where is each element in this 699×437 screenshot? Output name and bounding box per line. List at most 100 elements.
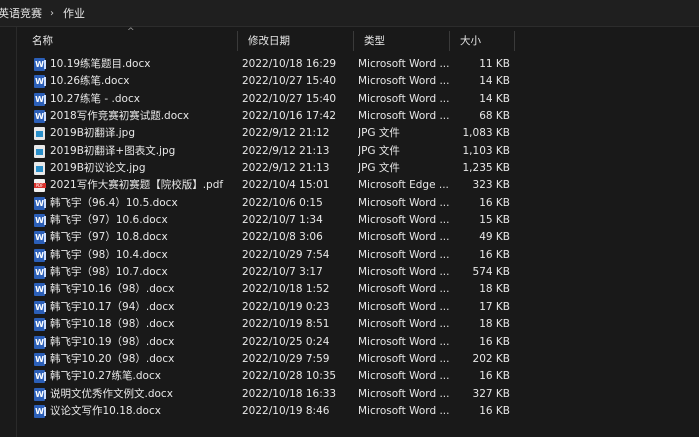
file-icon-cell bbox=[34, 283, 46, 297]
file-icon-cell bbox=[34, 214, 46, 228]
breadcrumb-item-english-competition[interactable]: 英语竞赛 bbox=[0, 5, 42, 21]
file-name[interactable]: 韩飞宇（97）10.6.docx bbox=[50, 212, 235, 229]
file-modified-date: 2022/9/12 21:12 bbox=[242, 127, 330, 140]
file-name[interactable]: 2019B初翻译+图表文.jpg bbox=[50, 143, 235, 160]
file-name[interactable]: 10.27练笔 - .docx bbox=[50, 91, 235, 108]
jpg-icon bbox=[34, 162, 45, 176]
file-modified-date: 2022/9/12 21:13 bbox=[242, 162, 330, 175]
file-size: 574 KB bbox=[472, 266, 510, 279]
file-type: Microsoft Word ... bbox=[358, 283, 450, 296]
file-name[interactable]: 10.19练笔题目.docx bbox=[50, 56, 235, 73]
file-type: Microsoft Word ... bbox=[358, 231, 450, 244]
file-name[interactable]: 2021写作大赛初赛题【院校版】.pdf bbox=[50, 177, 235, 194]
file-icon-cell bbox=[34, 179, 46, 193]
file-icon-cell bbox=[34, 58, 46, 71]
file-icon-cell bbox=[34, 127, 46, 141]
file-row[interactable]: 韩飞宇10.16（98）.docx 2022/10/18 1:52 Microsof… bbox=[22, 281, 699, 298]
file-row[interactable]: 韩飞宇（98）10.7.docx 2022/10/7 3:17 Microsoft … bbox=[22, 264, 699, 281]
file-name[interactable]: 韩飞宇（97）10.8.docx bbox=[50, 229, 235, 246]
column-header-date[interactable]: 修改日期 bbox=[238, 31, 353, 51]
file-type: Microsoft Word ... bbox=[358, 266, 450, 279]
column-header-size[interactable]: 大小 bbox=[450, 31, 514, 51]
file-icon-cell bbox=[34, 110, 46, 124]
file-type: Microsoft Word ... bbox=[358, 110, 450, 123]
pdf-icon bbox=[34, 179, 46, 193]
word-icon bbox=[34, 214, 46, 228]
file-size: 68 KB bbox=[479, 110, 510, 123]
file-row[interactable]: 韩飞宇（97）10.8.docx 2022/10/8 3:06 Microsoft … bbox=[22, 229, 699, 246]
file-modified-date: 2022/9/12 21:13 bbox=[242, 144, 330, 157]
file-size: 1,083 KB bbox=[462, 127, 511, 140]
file-name[interactable]: 2019B初翻译.jpg bbox=[50, 125, 235, 142]
file-size: 18 KB bbox=[479, 283, 510, 296]
file-modified-date: 2022/10/7 3:17 bbox=[242, 266, 323, 279]
file-name[interactable]: 2019B初议论文.jpg bbox=[50, 160, 235, 177]
file-type: Microsoft Word ... bbox=[358, 196, 450, 209]
word-icon bbox=[34, 283, 46, 297]
jpg-icon bbox=[34, 144, 45, 158]
word-icon bbox=[34, 404, 46, 418]
file-row[interactable]: 韩飞宇10.20（98）.docx 2022/10/29 7:59 Microsof… bbox=[22, 351, 699, 368]
file-name[interactable]: 议论文写作10.18.docx bbox=[50, 403, 235, 420]
file-row[interactable]: 议论文写作10.18.docx 2022/10/19 8:46 Microsoft … bbox=[22, 403, 699, 420]
word-icon bbox=[34, 110, 46, 124]
column-header-type[interactable]: 类型 bbox=[354, 31, 449, 51]
file-row[interactable]: 2019B初翻译+图表文.jpg 2022/9/12 21:13 JPG 文件 1,1… bbox=[22, 143, 699, 160]
file-modified-date: 2022/10/19 8:51 bbox=[242, 318, 330, 331]
file-type: Microsoft Word ... bbox=[358, 75, 450, 88]
file-row[interactable]: 2019B初议论文.jpg 2022/9/12 21:13 JPG 文件 1,235 … bbox=[22, 160, 699, 177]
file-icon-cell bbox=[34, 352, 46, 366]
file-row[interactable]: 10.26练笔.docx 2022/10/27 15:40 Microsoft Wo… bbox=[22, 73, 699, 90]
file-row[interactable]: 韩飞宇10.27练笔.docx 2022/10/28 10:35 Microsoft… bbox=[22, 368, 699, 385]
file-row[interactable]: 说明文优秀作文例文.docx 2022/10/18 16:33 Microsoft … bbox=[22, 386, 699, 403]
file-name[interactable]: 10.26练笔.docx bbox=[50, 73, 235, 90]
file-name[interactable]: 韩飞宇10.16（98）.docx bbox=[50, 281, 235, 298]
word-icon bbox=[34, 370, 46, 384]
file-icon-cell bbox=[34, 387, 46, 401]
file-name[interactable]: 韩飞宇10.18（98）.docx bbox=[50, 316, 235, 333]
file-row[interactable]: 2021写作大赛初赛题【院校版】.pdf 2022/10/4 15:01 Micro… bbox=[22, 177, 699, 194]
file-modified-date: 2022/10/4 15:01 bbox=[242, 179, 330, 192]
file-name[interactable]: 韩飞宇10.17（94）.docx bbox=[50, 299, 235, 316]
file-name[interactable]: 韩飞宇10.19（98）.docx bbox=[50, 334, 235, 351]
column-header-name[interactable]: 名称 bbox=[22, 31, 237, 51]
file-name[interactable]: 韩飞宇10.20（98）.docx bbox=[50, 351, 235, 368]
file-name[interactable]: 说明文优秀作文例文.docx bbox=[50, 386, 235, 403]
file-list: 10.19练笔题目.docx 2022/10/18 16:29 Microsoft … bbox=[22, 56, 699, 420]
file-modified-date: 2022/10/27 15:40 bbox=[242, 75, 337, 88]
file-row[interactable]: 10.27练笔 - .docx 2022/10/27 15:40 Microsoft… bbox=[22, 91, 699, 108]
column-divider[interactable] bbox=[514, 31, 515, 51]
file-modified-date: 2022/10/18 1:52 bbox=[242, 283, 330, 296]
file-row[interactable]: 2018写作竞赛初赛试题.docx 2022/10/16 17:42 Microso… bbox=[22, 108, 699, 125]
file-name[interactable]: 2018写作竞赛初赛试题.docx bbox=[50, 108, 235, 125]
file-name[interactable]: 韩飞宇（98）10.4.docx bbox=[50, 247, 235, 264]
file-row[interactable]: 韩飞宇（97）10.6.docx 2022/10/7 1:34 Microsoft … bbox=[22, 212, 699, 229]
file-name[interactable]: 韩飞宇（98）10.7.docx bbox=[50, 264, 235, 281]
file-name[interactable]: 韩飞宇（96.4）10.5.docx bbox=[50, 195, 235, 212]
file-icon-cell bbox=[34, 318, 46, 332]
file-row[interactable]: 韩飞宇10.17（94）.docx 2022/10/19 0:23 Microsof… bbox=[22, 299, 699, 316]
file-row[interactable]: 10.19练笔题目.docx 2022/10/18 16:29 Microsoft … bbox=[22, 56, 699, 73]
file-row[interactable]: 韩飞宇（96.4）10.5.docx 2022/10/6 0:15 Microsof… bbox=[22, 195, 699, 212]
breadcrumb-item-homework[interactable]: 作业 bbox=[63, 5, 85, 21]
file-row[interactable]: 韩飞宇10.19（98）.docx 2022/10/25 0:24 Microsof… bbox=[22, 334, 699, 351]
word-icon bbox=[34, 75, 46, 89]
file-modified-date: 2022/10/29 7:54 bbox=[242, 248, 330, 261]
file-icon-cell bbox=[34, 300, 46, 314]
column-header: 名称 修改日期 类型 大小 bbox=[22, 31, 699, 51]
file-row[interactable]: 韩飞宇（98）10.4.docx 2022/10/29 7:54 Microsoft… bbox=[22, 247, 699, 264]
file-size: 327 KB bbox=[472, 387, 510, 400]
file-row[interactable]: 韩飞宇10.18（98）.docx 2022/10/19 8:51 Microsof… bbox=[22, 316, 699, 333]
file-name[interactable]: 韩飞宇10.27练笔.docx bbox=[50, 368, 235, 385]
file-type: JPG 文件 bbox=[358, 127, 400, 140]
file-size: 16 KB bbox=[479, 196, 510, 209]
word-icon bbox=[34, 92, 46, 106]
jpg-icon bbox=[34, 127, 45, 141]
word-icon bbox=[34, 231, 46, 245]
file-icon-cell bbox=[34, 196, 46, 210]
file-icon-cell bbox=[34, 144, 46, 158]
navigation-pane[interactable] bbox=[0, 27, 17, 437]
file-type: Microsoft Word ... bbox=[358, 335, 450, 348]
file-row[interactable]: 2019B初翻译.jpg 2022/9/12 21:12 JPG 文件 1,083 K… bbox=[22, 125, 699, 142]
breadcrumb-separator-icon: › bbox=[50, 7, 54, 19]
